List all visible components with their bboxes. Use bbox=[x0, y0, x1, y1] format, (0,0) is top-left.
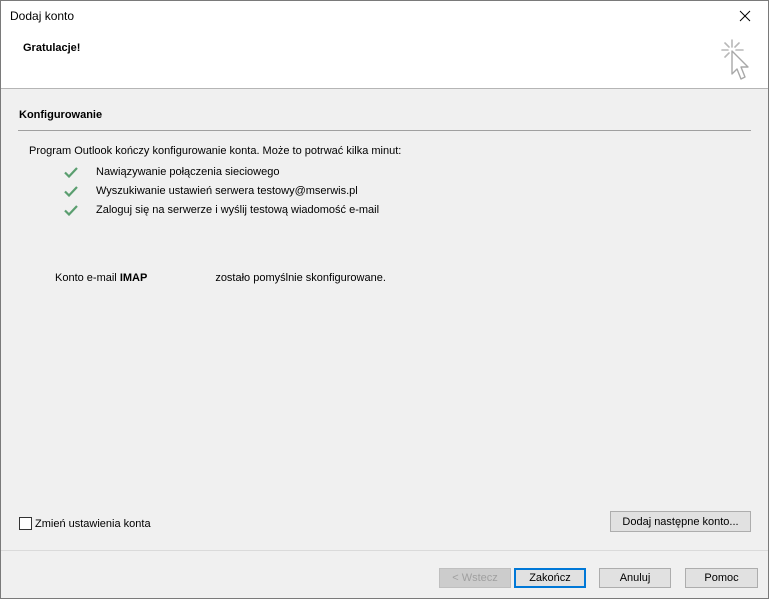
intro-text: Program Outlook kończy konfigurowanie ko… bbox=[29, 145, 402, 157]
header-title: Gratulacje! bbox=[23, 42, 81, 54]
step-item: Nawiązywanie połączenia sieciowego bbox=[63, 164, 279, 180]
close-icon bbox=[739, 10, 751, 22]
step-label: Nawiązywanie połączenia sieciowego bbox=[96, 166, 280, 178]
close-button[interactable] bbox=[722, 1, 768, 31]
wizard-header: Gratulacje! bbox=[1, 31, 768, 89]
step-label: Wyszukiwanie ustawień serwera testowy@ms… bbox=[96, 185, 358, 197]
section-title: Konfigurowanie bbox=[19, 109, 103, 121]
finish-button[interactable]: Zakończ bbox=[514, 568, 586, 588]
step-item: Zaloguj się na serwerze i wyślij testową… bbox=[63, 202, 379, 218]
finish-label: Zakończ bbox=[529, 572, 571, 584]
checkbox-box[interactable] bbox=[19, 517, 32, 530]
result-message: Konto e-mail IMAP zostało pomyślnie skonf… bbox=[55, 272, 386, 284]
help-button[interactable]: Pomoc bbox=[685, 568, 758, 588]
footer-divider bbox=[1, 550, 768, 551]
window-title: Dodaj konto bbox=[10, 9, 75, 23]
section-divider bbox=[18, 130, 751, 131]
change-settings-checkbox[interactable]: Zmień ustawienia konta bbox=[19, 517, 151, 530]
step-label: Zaloguj się na serwerze i wyślij testową… bbox=[96, 204, 380, 216]
back-button[interactable]: < Wstecz bbox=[439, 568, 511, 588]
add-account-dialog: Dodaj konto Gratulacje! Konfigurowanie P… bbox=[0, 0, 769, 599]
title-bar: Dodaj konto bbox=[1, 1, 768, 31]
change-settings-label: Zmień ustawienia konta bbox=[35, 517, 151, 530]
back-label: < Wstecz bbox=[452, 572, 498, 584]
check-icon bbox=[63, 202, 79, 218]
cancel-label: Anuluj bbox=[619, 572, 651, 584]
help-label: Pomoc bbox=[704, 572, 739, 584]
check-icon bbox=[63, 183, 79, 199]
cancel-button[interactable]: Anuluj bbox=[599, 568, 671, 588]
add-another-label: Dodaj następne konto... bbox=[622, 515, 739, 528]
result-prefix: Konto e-mail bbox=[55, 272, 120, 284]
account-type: IMAP bbox=[119, 272, 148, 284]
result-suffix: zostało pomyślnie skonfigurowane. bbox=[215, 272, 386, 284]
check-icon bbox=[63, 164, 79, 180]
sparkle-cursor-icon bbox=[721, 39, 749, 80]
step-item: Wyszukiwanie ustawień serwera testowy@ms… bbox=[63, 183, 358, 199]
add-another-account-button[interactable]: Dodaj następne konto... bbox=[610, 511, 751, 532]
